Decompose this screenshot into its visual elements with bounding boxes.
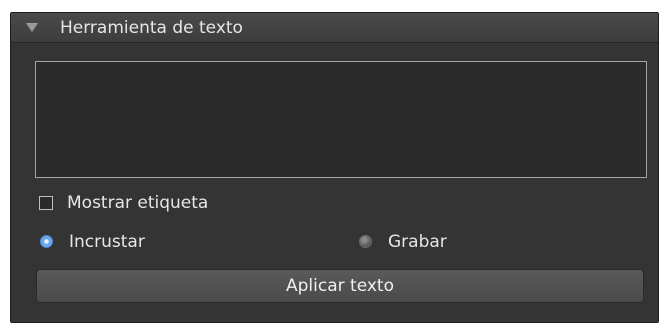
text-input[interactable] [35,61,647,178]
radio-incrustar-label: Incrustar [69,232,145,252]
radio-grabar-label: Grabar [388,232,447,252]
triangle-down-icon[interactable] [26,23,38,32]
text-tool-panel: Herramienta de texto Mostrar etiqueta In… [10,12,659,323]
panel-title: Herramienta de texto [60,18,243,38]
radio-unselected-icon[interactable] [359,235,372,248]
panel-header[interactable]: Herramienta de texto [11,13,658,43]
show-label-text: Mostrar etiqueta [67,193,209,213]
checkbox-icon[interactable] [39,196,53,210]
apply-text-button[interactable]: Aplicar texto [36,269,644,303]
radio-selected-icon[interactable] [40,235,53,248]
